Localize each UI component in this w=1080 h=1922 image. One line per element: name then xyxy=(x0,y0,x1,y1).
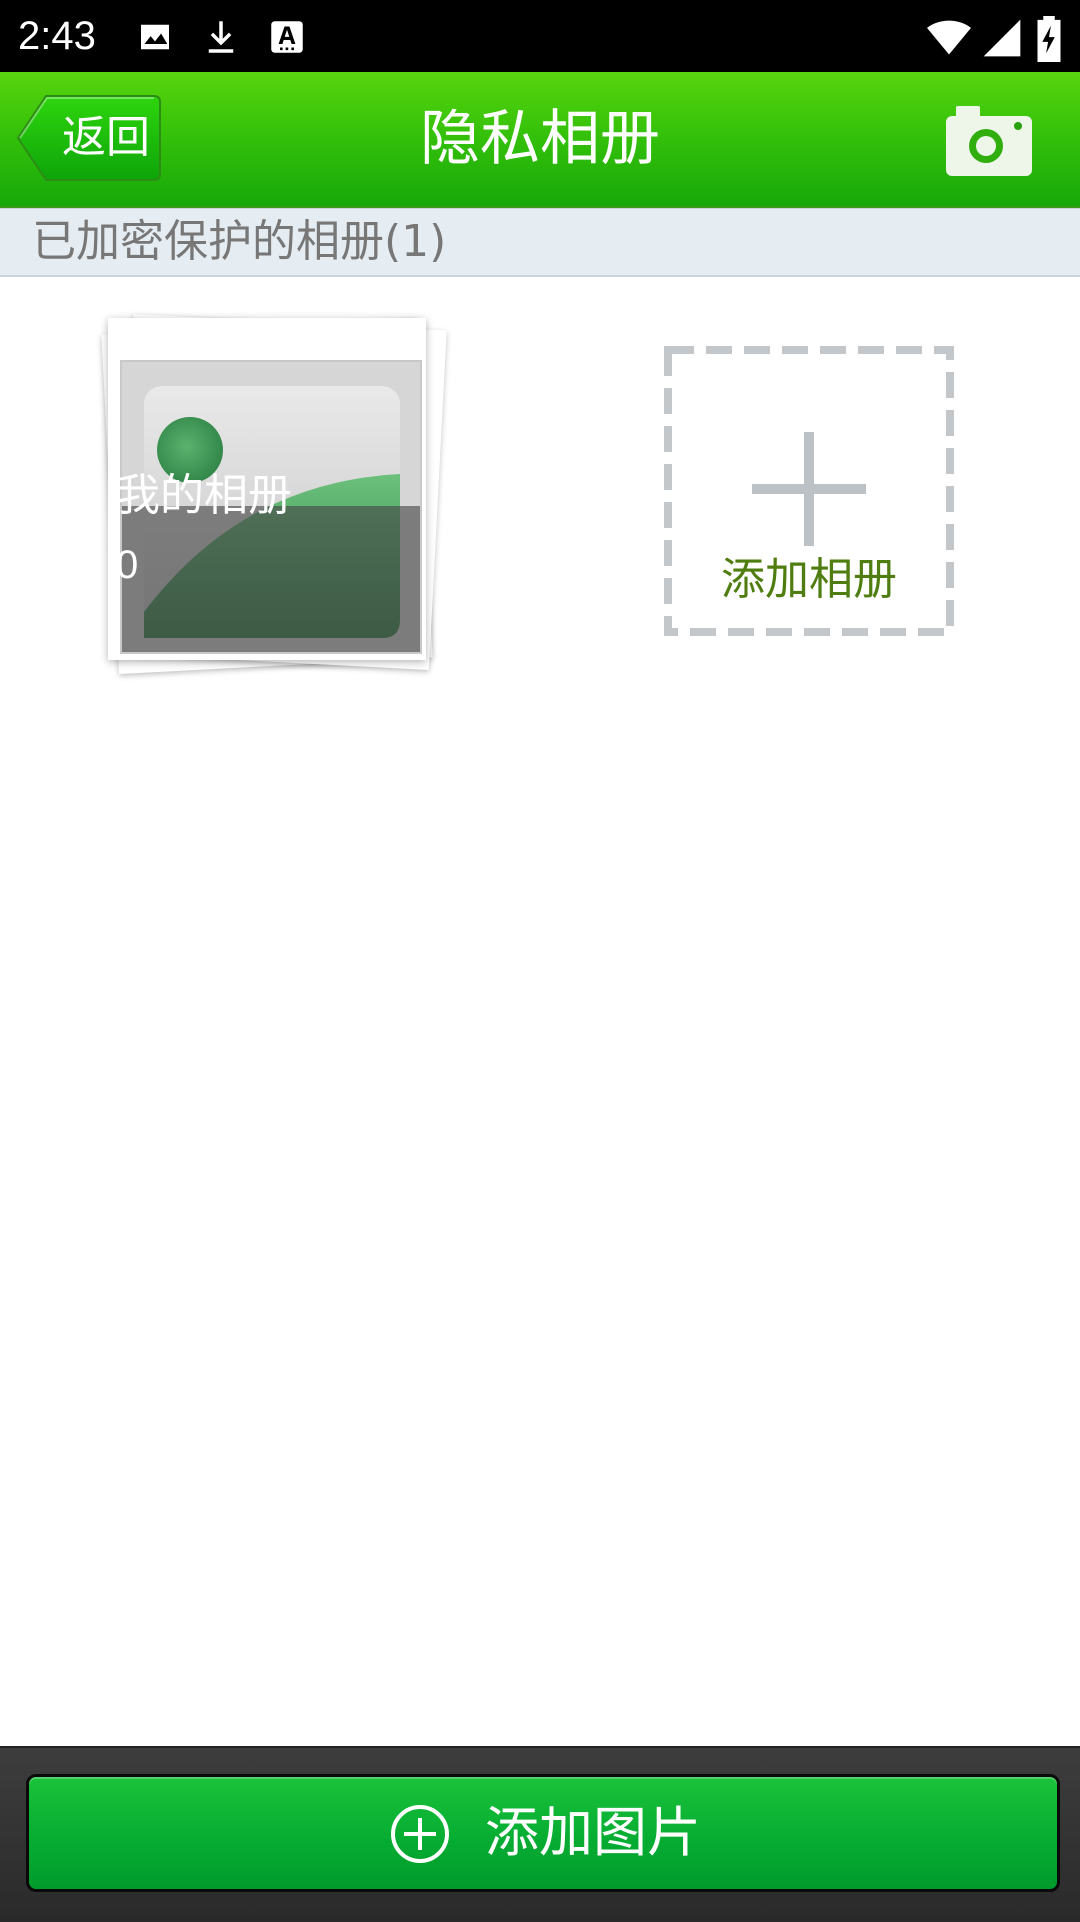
add-image-button[interactable]: 添加图片 xyxy=(26,1774,1060,1892)
album-tile[interactable]: 我的相册 0 xyxy=(90,308,460,698)
back-label: 返回 xyxy=(62,112,150,163)
section-title: 已加密保护的相册(1) xyxy=(32,216,447,267)
font-icon xyxy=(266,16,308,58)
wifi-icon xyxy=(924,16,974,60)
album-name: 我的相册 xyxy=(116,470,292,521)
add-album-label: 添加相册 xyxy=(721,554,897,605)
plus-icon xyxy=(752,432,866,546)
download-icon xyxy=(200,16,242,58)
camera-icon[interactable] xyxy=(946,102,1032,176)
bottom-bar: 添加图片 xyxy=(0,1746,1080,1922)
album-photo-count: 0 xyxy=(116,543,139,587)
add-image-label: 添加图片 xyxy=(485,1801,701,1864)
signal-icon xyxy=(980,16,1024,60)
status-bar: 2:43 xyxy=(0,0,1080,72)
album-caption-overlay xyxy=(122,506,420,652)
title-bar: 返回 隐私相册 xyxy=(0,72,1080,208)
section-header: 已加密保护的相册(1) xyxy=(0,208,1080,277)
image-icon xyxy=(134,16,176,58)
back-button[interactable]: 返回 xyxy=(16,94,162,182)
album-cover: 我的相册 0 xyxy=(108,318,426,660)
status-time: 2:43 xyxy=(18,14,96,58)
page-title: 隐私相册 xyxy=(420,104,660,174)
battery-charging-icon xyxy=(1034,16,1064,62)
add-circle-icon xyxy=(389,1803,451,1865)
add-album-button[interactable]: 添加相册 xyxy=(664,346,954,636)
